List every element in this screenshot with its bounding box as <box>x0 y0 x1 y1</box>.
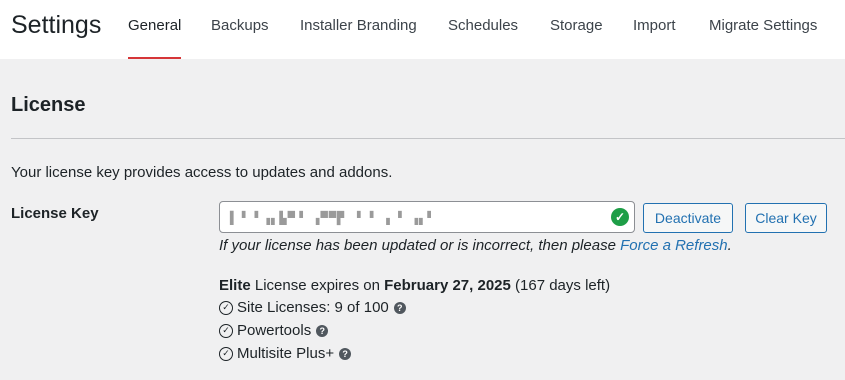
license-key-value: ▌▝ ▘▗▖▙▀▝ ▗▀▀▛ ▝ ▘ ▖▝ ▗▖▘ <box>230 211 436 225</box>
license-expiry: Elite License expires on February 27, 20… <box>219 277 610 294</box>
check-circle-icon: ✓ <box>219 300 233 315</box>
section-title: License <box>11 94 86 116</box>
help-icon[interactable]: ? <box>316 324 329 337</box>
help-text-body: If your license has been updated or is i… <box>219 237 621 254</box>
days-remaining: (167 days left) <box>510 277 611 294</box>
expiry-text: License expires on <box>250 277 385 294</box>
check-circle-icon: ✓ <box>611 208 629 226</box>
tab-backups[interactable]: Backups <box>211 17 269 59</box>
feature-powertools: ✓ Powertools ? <box>219 322 329 339</box>
deactivate-button[interactable]: Deactivate <box>643 203 733 233</box>
top-bar: Settings General Backups Installer Brand… <box>0 0 845 59</box>
feature-multisite-plus: ✓ Multisite Plus+ ? <box>219 345 352 362</box>
tab-import[interactable]: Import <box>633 17 676 59</box>
help-text-end: . <box>727 237 732 254</box>
license-tier: Elite <box>219 277 251 294</box>
force-refresh-link[interactable]: Force a Refresh <box>620 237 728 254</box>
feature-site-licenses: ✓ Site Licenses: 9 of 100 ? <box>219 299 406 316</box>
clear-key-button[interactable]: Clear Key <box>745 203 827 233</box>
tab-installer-branding[interactable]: Installer Branding <box>300 17 417 59</box>
feature-label: Multisite Plus+ <box>237 345 335 362</box>
help-text: If your license has been updated or is i… <box>219 237 732 254</box>
help-icon[interactable]: ? <box>393 301 406 314</box>
tab-schedules[interactable]: Schedules <box>448 17 518 59</box>
page-title: Settings <box>11 11 102 39</box>
check-circle-icon: ✓ <box>219 323 233 338</box>
feature-label: Powertools <box>237 322 312 339</box>
intro-text: Your license key provides access to upda… <box>11 164 393 181</box>
license-key-input[interactable]: ▌▝ ▘▗▖▙▀▝ ▗▀▀▛ ▝ ▘ ▖▝ ▗▖▘ ✓ <box>219 201 635 233</box>
feature-label: Site Licenses: 9 of 100 <box>237 299 389 316</box>
help-icon[interactable]: ? <box>339 347 352 360</box>
tab-migrate-settings[interactable]: Migrate Settings <box>709 17 817 59</box>
tab-general[interactable]: General <box>128 17 182 59</box>
expiry-date: February 27, 2025 <box>384 277 511 294</box>
check-circle-icon: ✓ <box>219 346 233 361</box>
license-key-label: License Key <box>11 205 99 222</box>
divider <box>11 138 845 139</box>
tab-storage[interactable]: Storage <box>550 17 603 59</box>
